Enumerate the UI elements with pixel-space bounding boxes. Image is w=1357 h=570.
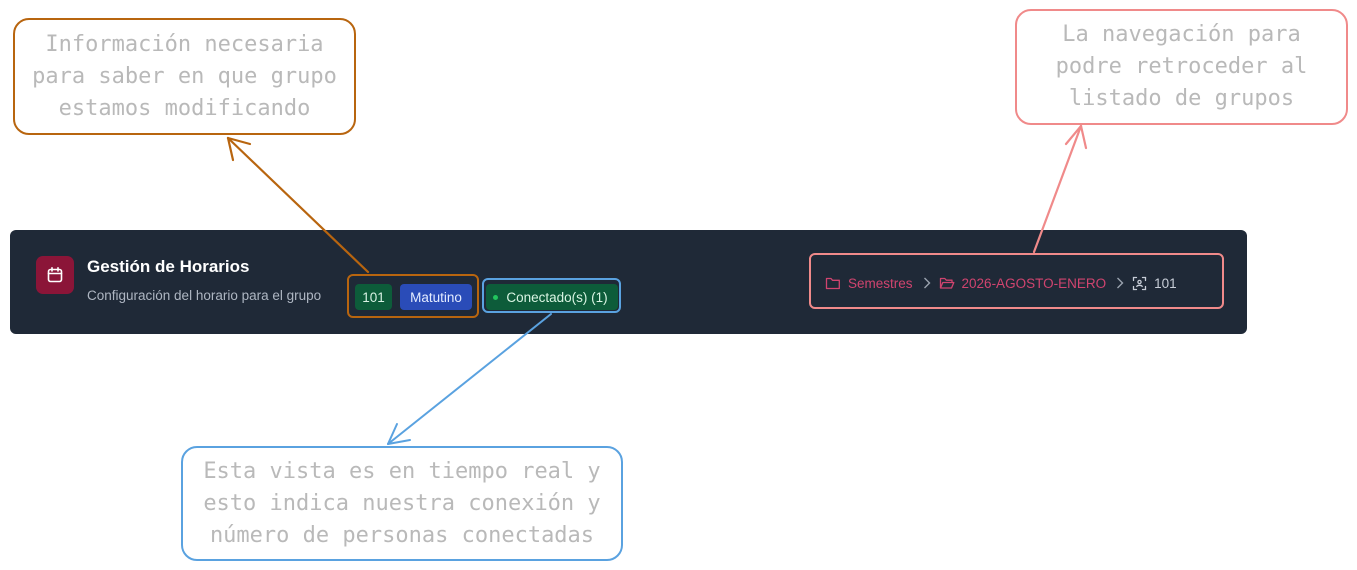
annotation-arrows [226,124,1088,445]
arrow-navigation [1032,124,1088,254]
arrow-connection [387,313,552,445]
arrow-group-info [226,136,370,274]
